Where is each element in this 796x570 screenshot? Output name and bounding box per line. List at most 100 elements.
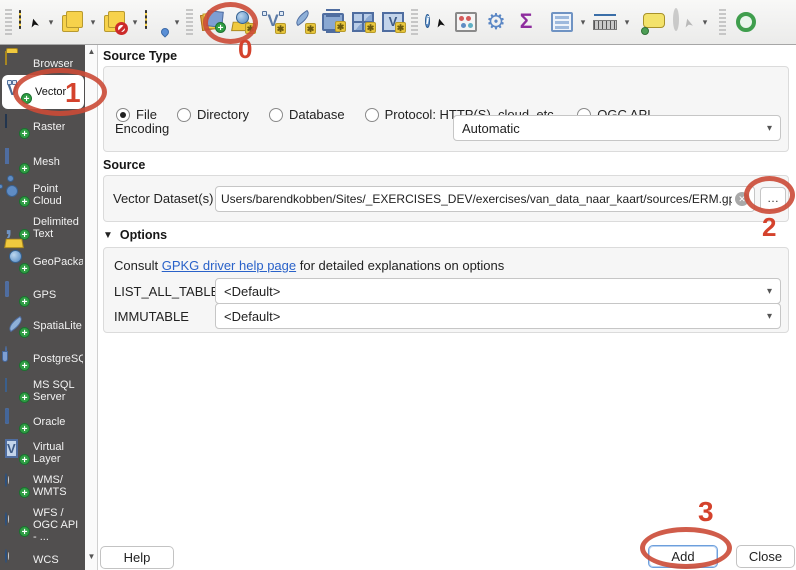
locator-icon: ➤ — [673, 8, 696, 33]
toolbar-drag-handle[interactable] — [186, 9, 193, 35]
sidebar-item-ms-sql-server[interactable]: + MS SQL Server — [0, 374, 85, 408]
toolbar-drag-handle[interactable] — [5, 9, 12, 35]
sidebar-item-raster[interactable]: + Raster — [0, 112, 85, 142]
statistical-summary-icon — [455, 12, 477, 32]
toolbar-drag-handle[interactable] — [719, 9, 726, 35]
sidebar-item-wcs[interactable]: WCS — [0, 549, 85, 570]
sidebar-item-browser[interactable]: Browser — [0, 50, 85, 78]
source-title: Source — [103, 158, 146, 172]
wfs-ogc-api-icon: + — [5, 512, 30, 538]
chevron-down-icon: ▾ — [766, 285, 772, 297]
raster-icon: + — [5, 114, 30, 140]
radio-file[interactable] — [116, 107, 130, 122]
radio-database[interactable] — [268, 107, 283, 122]
browse-button[interactable]: … — [760, 187, 786, 211]
deselect-features-dropdown[interactable]: ▾ — [129, 6, 141, 38]
wms-wmts-icon: + — [5, 473, 30, 499]
sidebar-item-mesh[interactable]: + Mesh — [0, 147, 85, 177]
encoding-select[interactable]: Automatic ▾ — [453, 115, 781, 141]
chevron-down-icon: ▾ — [766, 122, 772, 134]
radio-protocol[interactable] — [364, 107, 379, 122]
select-by-location-button[interactable] — [141, 6, 171, 38]
postgresql-icon: + — [5, 346, 30, 372]
new-mesh-layer-button[interactable]: ✱ — [348, 6, 378, 38]
new-spatialite-layer-icon: ✱ — [292, 9, 316, 34]
sidebar-item-point-cloud[interactable]: + Point Cloud — [0, 175, 85, 211]
select-features-dropdown[interactable]: ▾ — [45, 6, 57, 38]
list-all-tables-label: LIST_ALL_TABLES — [114, 284, 228, 299]
virtual-layer-icon: V + — [5, 439, 30, 466]
sidebar-scroll-up[interactable]: ▲ — [86, 46, 97, 58]
vector-dataset-input[interactable]: Users/barendkobben/Sites/_EXERCISES_DEV/… — [215, 186, 755, 212]
vector-icon: V + — [7, 80, 32, 105]
locator-button[interactable]: ➤ — [669, 6, 699, 38]
gps-icon: + — [5, 281, 30, 308]
help-button[interactable]: Help — [100, 546, 174, 569]
browser-folder-icon — [5, 51, 29, 76]
zoom-search-icon — [736, 12, 756, 32]
paste-features-button[interactable] — [57, 6, 87, 38]
sidebar-item-wms-wmts[interactable]: + WMS/WMTS — [0, 469, 85, 503]
new-virtual-layer-icon: V ✱ — [382, 12, 406, 33]
deselect-features-button[interactable] — [99, 6, 129, 38]
sidebar-item-spatialite[interactable]: + SpatiaLite — [0, 311, 85, 341]
paste-features-icon — [61, 11, 83, 33]
attribute-table-dropdown[interactable]: ▾ — [577, 6, 589, 38]
measure-icon — [593, 14, 617, 30]
new-geopackage-layer-button[interactable]: ✱ — [228, 6, 258, 38]
options-header[interactable]: ▼ Options — [103, 228, 167, 242]
chevron-down-icon: ▾ — [766, 310, 772, 322]
data-source-manager-icon: + — [199, 10, 226, 34]
encoding-label: Encoding — [115, 121, 170, 136]
collapse-triangle-icon: ▼ — [103, 229, 113, 241]
deselect-features-icon — [103, 11, 128, 35]
main-toolbar: ➤ ▾ ▾ ▾ ▾ + ✱ V ✱ ✱ ✱ ✱ V ✱ i ➤ ⚙ Σ ▾ ▾ … — [0, 0, 796, 45]
vector-source-panel: Source Type File Directory Database Prot… — [99, 45, 796, 570]
identify-features-button[interactable]: i ➤ — [421, 6, 451, 38]
data-source-manager-button[interactable]: + — [198, 6, 228, 38]
attribute-table-button[interactable] — [547, 6, 577, 38]
sidebar-item-geopackage[interactable]: + GeoPackage — [0, 238, 85, 277]
map-tips-button[interactable] — [639, 6, 669, 38]
consult-line: Consult GPKG driver help page for detail… — [114, 258, 505, 273]
statistical-summary-button[interactable] — [451, 6, 481, 38]
select-by-location-icon — [145, 10, 171, 38]
spatialite-icon: + — [5, 314, 30, 339]
measure-button[interactable] — [589, 6, 621, 38]
paste-features-dropdown[interactable]: ▾ — [87, 6, 99, 38]
mesh-icon: + — [5, 148, 30, 175]
oracle-icon: + — [5, 408, 30, 435]
sidebar-item-gps[interactable]: + GPS — [0, 280, 85, 310]
sidebar-item-vector[interactable]: V + Vector — [2, 75, 84, 109]
list-all-tables-select[interactable]: <Default> ▾ — [215, 278, 781, 304]
radio-directory[interactable] — [176, 107, 191, 122]
sum-features-icon: Σ — [519, 10, 533, 33]
select-by-location-dropdown[interactable]: ▾ — [171, 6, 183, 38]
new-shapefile-layer-button[interactable]: V ✱ — [258, 6, 288, 38]
sidebar-item-virtual-layer[interactable]: V + Virtual Layer — [0, 436, 85, 470]
measure-dropdown[interactable]: ▾ — [621, 6, 633, 38]
clear-text-icon[interactable]: ✕ — [735, 192, 749, 206]
gpkg-help-link[interactable]: GPKG driver help page — [162, 258, 296, 273]
toolbar-drag-handle[interactable] — [411, 9, 418, 35]
new-scratch-layer-button[interactable]: ✱ — [318, 6, 348, 38]
sidebar-scrollbar[interactable] — [85, 45, 98, 570]
close-button[interactable]: Close — [736, 545, 795, 568]
sidebar-item-wfs-ogc-api[interactable]: + WFS / OGC API - ... — [0, 504, 85, 546]
sidebar-item-oracle[interactable]: + Oracle — [0, 407, 85, 437]
identify-features-icon: i ➤ — [425, 14, 449, 30]
zoom-search-button[interactable] — [731, 6, 761, 38]
select-features-button[interactable]: ➤ — [15, 6, 45, 38]
immutable-label: IMMUTABLE — [114, 309, 189, 324]
add-button[interactable]: Add — [648, 545, 718, 568]
processing-gear-button[interactable]: ⚙ — [481, 6, 511, 38]
sum-features-button[interactable]: Σ — [511, 6, 541, 38]
geopackage-icon: + — [4, 238, 30, 275]
vector-dataset-label: Vector Dataset(s) — [113, 191, 214, 206]
locator-dropdown[interactable]: ▾ — [699, 6, 711, 38]
new-spatialite-layer-button[interactable]: ✱ — [288, 6, 318, 38]
sidebar-scroll-down[interactable]: ▼ — [86, 551, 97, 563]
immutable-select[interactable]: <Default> ▾ — [215, 303, 781, 329]
new-virtual-layer-button[interactable]: V ✱ — [378, 6, 408, 38]
sidebar-item-postgresql[interactable]: + PostgreSQL — [0, 344, 85, 374]
